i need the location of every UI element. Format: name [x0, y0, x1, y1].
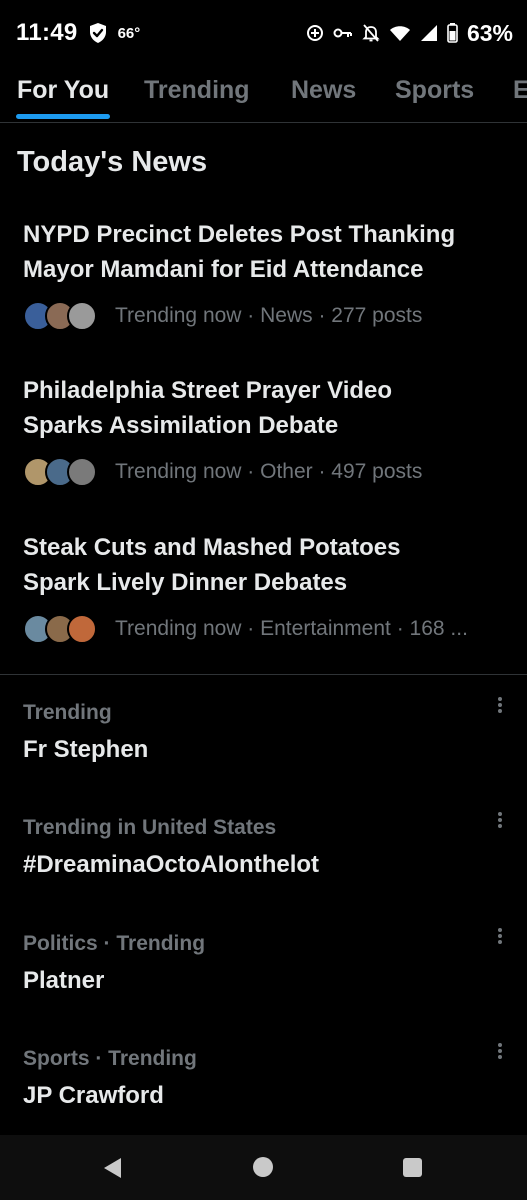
trend-name: Platner	[23, 967, 105, 994]
recents-icon[interactable]	[403, 1158, 422, 1177]
status-right: 63%	[306, 20, 513, 47]
news-headline-line: Mayor Mamdani for Eid Attendance	[23, 256, 424, 283]
tab-entertainment[interactable]: E	[513, 76, 527, 105]
news-headline: NYPD Precinct Deletes Post Thanking Mayo…	[23, 217, 513, 287]
trend-name: #DreaminaOctoAIonthelot	[23, 851, 320, 878]
news-item[interactable]: NYPD Precinct Deletes Post Thanking Mayo…	[23, 217, 513, 331]
trend-context: Trending in United States	[23, 816, 277, 839]
cell-signal-icon	[420, 24, 438, 42]
news-meta-text: Trending now · Entertainment · 168 ...	[115, 617, 468, 640]
trend-context: Sports · Trending	[23, 1047, 197, 1070]
more-options-icon[interactable]	[495, 810, 505, 832]
status-bar: 11:49 66° 63%	[0, 0, 527, 66]
news-headline: Philadelphia Street Prayer Video Sparks …	[23, 373, 513, 443]
trend-item[interactable]: Politics · Trending Platner	[23, 928, 513, 995]
news-meta-text: Trending now · Other · 497 posts	[115, 460, 423, 483]
news-headline-line: Sparks Assimilation Debate	[23, 412, 339, 439]
avatar-group	[23, 301, 115, 331]
more-options-icon[interactable]	[495, 695, 505, 717]
news-meta: Trending now · News · 277 posts	[23, 301, 513, 331]
avatar	[67, 301, 97, 331]
battery-percentage: 63%	[466, 19, 513, 46]
news-meta: Trending now · Entertainment · 168 ...	[23, 614, 513, 644]
news-item[interactable]: Steak Cuts and Mashed Potatoes Spark Liv…	[23, 530, 513, 644]
news-headline-line: NYPD Precinct Deletes Post Thanking	[23, 221, 456, 248]
section-title: Today's News	[17, 146, 208, 178]
avatar	[67, 614, 97, 644]
battery-icon	[447, 23, 458, 43]
trend-item[interactable]: Trending in United States #DreaminaOctoA…	[23, 812, 513, 879]
avatar-group	[23, 457, 115, 487]
news-item[interactable]: Philadelphia Street Prayer Video Sparks …	[23, 373, 513, 487]
active-tab-indicator	[16, 114, 110, 119]
trend-name: Fr Stephen	[23, 736, 149, 763]
vpn-key-icon	[333, 26, 353, 40]
system-navigation-bar	[0, 1135, 527, 1200]
tab-news[interactable]: News	[291, 76, 356, 105]
avatar-group	[23, 614, 115, 644]
bell-off-icon	[362, 23, 380, 43]
news-headline-line: Steak Cuts and Mashed Potatoes	[23, 534, 401, 561]
tab-trending[interactable]: Trending	[144, 76, 250, 105]
news-headline: Steak Cuts and Mashed Potatoes Spark Liv…	[23, 530, 513, 600]
trend-item[interactable]: Sports · Trending JP Crawford	[23, 1043, 513, 1110]
trend-name: JP Crawford	[23, 1082, 164, 1109]
explore-tabs: For You Trending News Sports E	[0, 66, 527, 123]
tab-sports[interactable]: Sports	[395, 76, 474, 105]
data-saver-icon	[306, 24, 324, 42]
status-left: 11:49 66°	[16, 19, 140, 47]
news-headline-line: Spark Lively Dinner Debates	[23, 569, 348, 596]
trend-context: Trending	[23, 701, 112, 724]
section-divider	[0, 674, 527, 675]
tab-for-you[interactable]: For You	[17, 76, 109, 105]
news-meta: Trending now · Other · 497 posts	[23, 457, 513, 487]
more-options-icon[interactable]	[495, 926, 505, 948]
news-meta-text: Trending now · News · 277 posts	[115, 304, 423, 327]
shield-check-icon	[88, 22, 108, 44]
home-icon[interactable]	[253, 1157, 273, 1177]
status-clock: 11:49	[16, 19, 78, 46]
trend-context: Politics · Trending	[23, 932, 206, 955]
news-headline-line: Philadelphia Street Prayer Video	[23, 377, 393, 404]
wifi-icon	[389, 24, 411, 42]
back-icon[interactable]	[102, 1157, 122, 1184]
trend-item[interactable]: Trending Fr Stephen	[23, 697, 513, 764]
avatar	[67, 457, 97, 487]
weather-temperature: 66°	[117, 24, 141, 42]
more-options-icon[interactable]	[495, 1041, 505, 1063]
